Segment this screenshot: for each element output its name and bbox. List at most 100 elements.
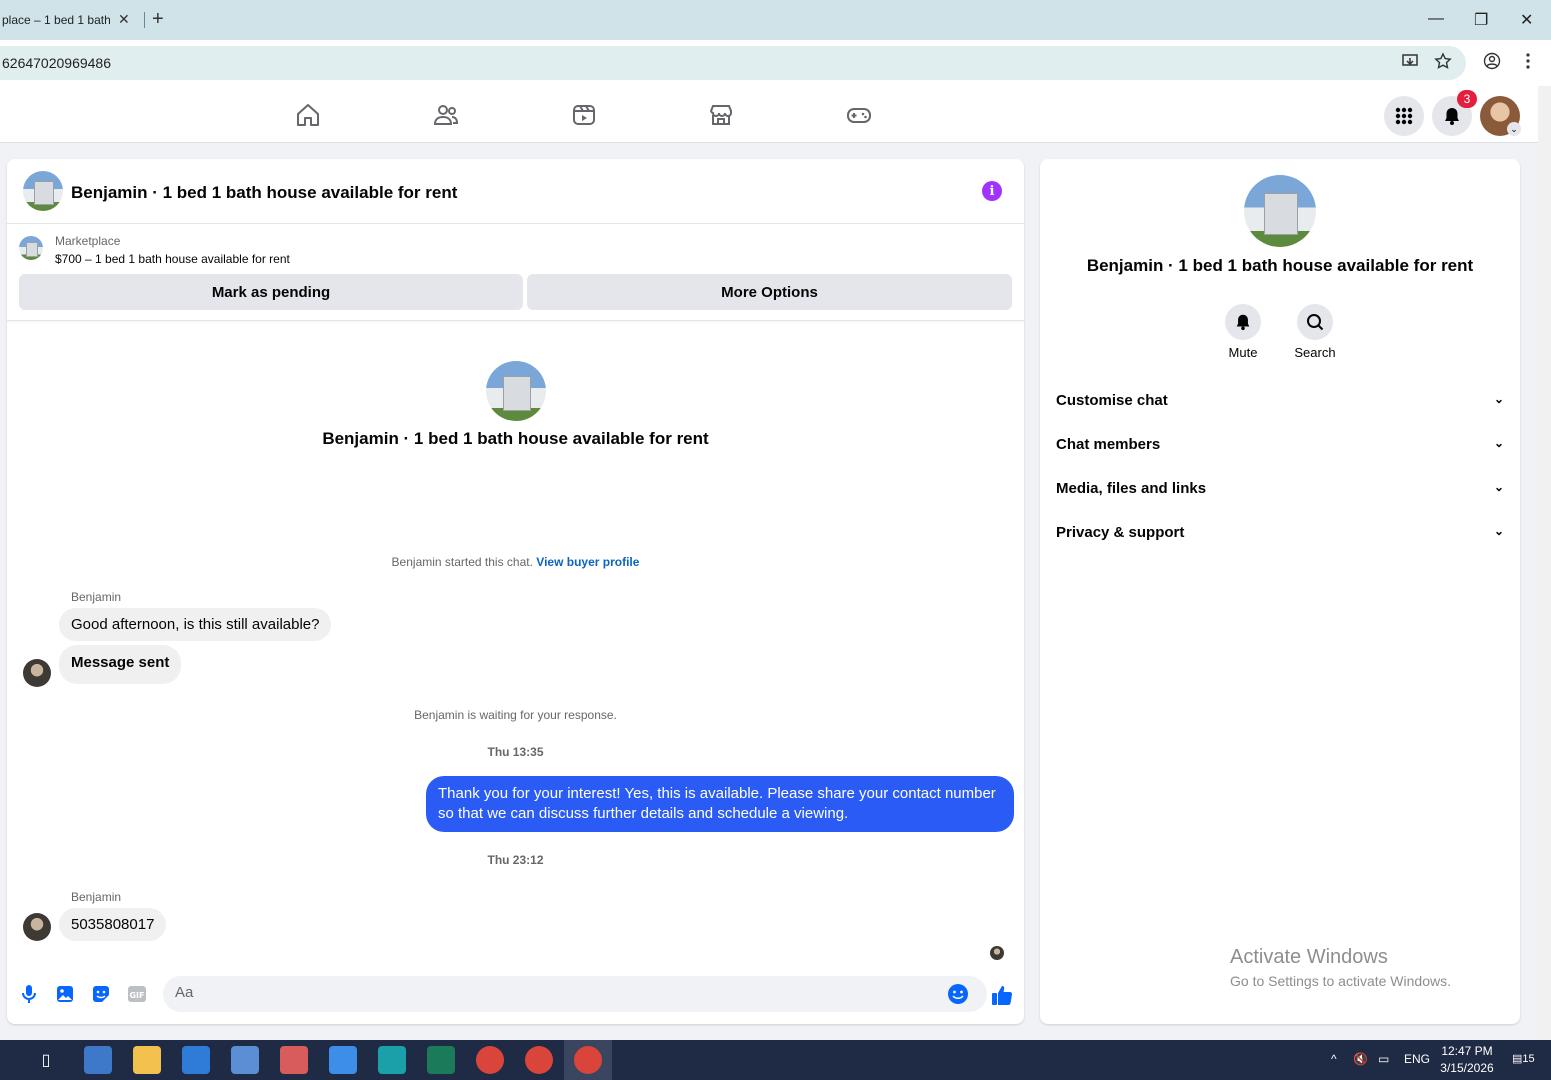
windows-taskbar: ▯ ^ 🔇 ▭ ENG 12:47 PM 3/15/2026 ▤15: [0, 1040, 1551, 1080]
friends-icon[interactable]: [432, 101, 460, 129]
section-label: Customise chat: [1056, 392, 1168, 409]
mail-icon[interactable]: [329, 1046, 357, 1074]
chrome-profile-icon[interactable]: [525, 1046, 553, 1074]
chat-panel: Benjamin · 1 bed 1 bath house available …: [7, 159, 1024, 1024]
info-listing-avatar: [1244, 175, 1316, 247]
home-icon[interactable]: [294, 101, 322, 129]
volume-muted-icon[interactable]: 🔇: [1353, 1052, 1368, 1066]
mark-as-pending-button[interactable]: Mark as pending: [19, 274, 523, 310]
store-icon[interactable]: [182, 1046, 210, 1074]
edge-browser-icon[interactable]: [378, 1046, 406, 1074]
new-tab-icon[interactable]: +: [152, 8, 164, 31]
photo-icon[interactable]: [54, 983, 76, 1005]
section-label: Media, files and links: [1056, 480, 1207, 497]
gif-icon[interactable]: GIF: [126, 983, 148, 1005]
waiting-notice: Benjamin is waiting for your response.: [414, 708, 617, 722]
section-chat-members[interactable]: Chat members ⌄: [1056, 436, 1504, 453]
bell-icon: [1236, 314, 1250, 331]
message-composer[interactable]: [163, 976, 987, 1012]
timestamp: Thu 13:35: [487, 745, 544, 759]
url-text: 62647020969486: [2, 55, 112, 71]
outgoing-message[interactable]: Thank you for your interest! Yes, this i…: [426, 776, 1014, 832]
clock-time: 12:47 PM: [1441, 1044, 1493, 1058]
chat-title[interactable]: Benjamin · 1 bed 1 bath house available …: [71, 183, 457, 203]
account-chevron-icon[interactable]: ⌄: [1507, 122, 1521, 136]
maximize-icon[interactable]: ❐: [1474, 10, 1488, 30]
network-icon[interactable]: ▭: [1378, 1052, 1389, 1066]
incoming-message[interactable]: 5035808017: [59, 908, 167, 941]
bookmark-star-icon[interactable]: [1434, 52, 1452, 70]
incoming-message[interactable]: Message sent: [59, 645, 182, 684]
notification-center-count: 15: [1522, 1053, 1535, 1065]
sticker-icon[interactable]: [90, 983, 112, 1005]
menu-grid-button[interactable]: [1384, 96, 1424, 136]
minimize-icon[interactable]: —: [1428, 10, 1444, 28]
chrome-active-icon[interactable]: [574, 1046, 602, 1074]
chat-started-notice: Benjamin started this chat. View buyer p…: [7, 555, 1024, 569]
listing-title[interactable]: $700 – 1 bed 1 bath house available for …: [55, 252, 290, 266]
message-input[interactable]: [175, 984, 935, 1001]
listing-avatar[interactable]: [23, 171, 63, 211]
section-label: Privacy & support: [1056, 524, 1185, 541]
timestamp: Thu 23:12: [487, 853, 544, 867]
listing-thumb: [19, 236, 43, 260]
watermark-title: Activate Windows: [1230, 946, 1388, 968]
section-privacy-support[interactable]: Privacy & support ⌄: [1056, 524, 1504, 541]
computer-app-icon[interactable]: [84, 1046, 112, 1074]
browser-tab[interactable]: place – 1 bed 1 bath ✕: [0, 0, 140, 40]
address-bar-row: 62647020969486: [0, 40, 1551, 86]
divider: [7, 320, 1024, 321]
listing-large-avatar: [486, 361, 546, 421]
video-icon[interactable]: [570, 101, 598, 129]
chevron-down-icon: ⌄: [1493, 524, 1504, 538]
chat-started-text: Benjamin started this chat.: [391, 555, 537, 569]
info-icon[interactable]: i: [982, 181, 1002, 201]
chevron-down-icon: ⌄: [1493, 436, 1504, 450]
activate-windows-watermark: Activate Windows Go to Settings to activ…: [1230, 946, 1451, 989]
chrome-icon[interactable]: [476, 1046, 504, 1074]
sender-avatar[interactable]: [23, 659, 51, 687]
marketplace-label: Marketplace: [55, 234, 121, 248]
file-explorer-icon[interactable]: [133, 1046, 161, 1074]
notification-center-icon[interactable]: ▤15: [1512, 1052, 1535, 1065]
incoming-message[interactable]: Good afternoon, is this still available?: [59, 608, 332, 641]
mute-button[interactable]: [1225, 304, 1261, 340]
system-clock[interactable]: 12:47 PM 3/15/2026: [1432, 1043, 1502, 1077]
emoji-icon[interactable]: [947, 983, 969, 1005]
profile-icon[interactable]: [1483, 52, 1501, 70]
like-thumb-icon[interactable]: [990, 983, 1014, 1007]
gaming-icon[interactable]: [845, 101, 873, 129]
sender-avatar[interactable]: [23, 913, 51, 941]
view-buyer-profile-link[interactable]: View buyer profile: [536, 555, 639, 569]
browser-menu-icon[interactable]: [1521, 52, 1535, 70]
section-customise-chat[interactable]: Customise chat ⌄: [1056, 392, 1504, 409]
chevron-down-icon: ⌄: [1493, 392, 1504, 406]
svg-text:GIF: GIF: [129, 991, 144, 1000]
page-scrollbar[interactable]: [1538, 86, 1551, 1040]
tab-title: place – 1 bed 1 bath: [2, 13, 110, 27]
tray-chevron-icon[interactable]: ^: [1331, 1052, 1337, 1066]
tab-separator: [144, 12, 145, 28]
script-app-icon[interactable]: [427, 1046, 455, 1074]
marketplace-icon[interactable]: [707, 101, 735, 129]
tab-close-icon[interactable]: ✕: [118, 11, 130, 28]
search-label: Search: [1294, 345, 1336, 360]
photos-app-icon[interactable]: [231, 1046, 259, 1074]
more-options-button[interactable]: More Options: [527, 274, 1012, 310]
language-indicator[interactable]: ENG: [1404, 1052, 1430, 1066]
task-view-icon[interactable]: ▯: [32, 1046, 60, 1074]
window-close-icon[interactable]: ✕: [1520, 10, 1533, 30]
microphone-icon[interactable]: [18, 983, 40, 1005]
conversation-title: Benjamin · 1 bed 1 bath house available …: [322, 429, 709, 448]
url-input[interactable]: 62647020969486: [0, 46, 1466, 80]
chat-info-panel: Benjamin · 1 bed 1 bath house available …: [1040, 159, 1520, 1024]
search-button[interactable]: [1297, 304, 1333, 340]
section-media-files-links[interactable]: Media, files and links ⌄: [1056, 480, 1504, 497]
paint-app-icon[interactable]: [280, 1046, 308, 1074]
install-app-icon[interactable]: [1401, 52, 1419, 70]
facebook-top-nav: [0, 86, 1538, 143]
info-title: Benjamin · 1 bed 1 bath house available …: [1086, 256, 1474, 275]
seen-indicator-avatar: [990, 946, 1004, 960]
message-sender: Benjamin: [71, 890, 122, 904]
search-icon: [1307, 314, 1324, 331]
